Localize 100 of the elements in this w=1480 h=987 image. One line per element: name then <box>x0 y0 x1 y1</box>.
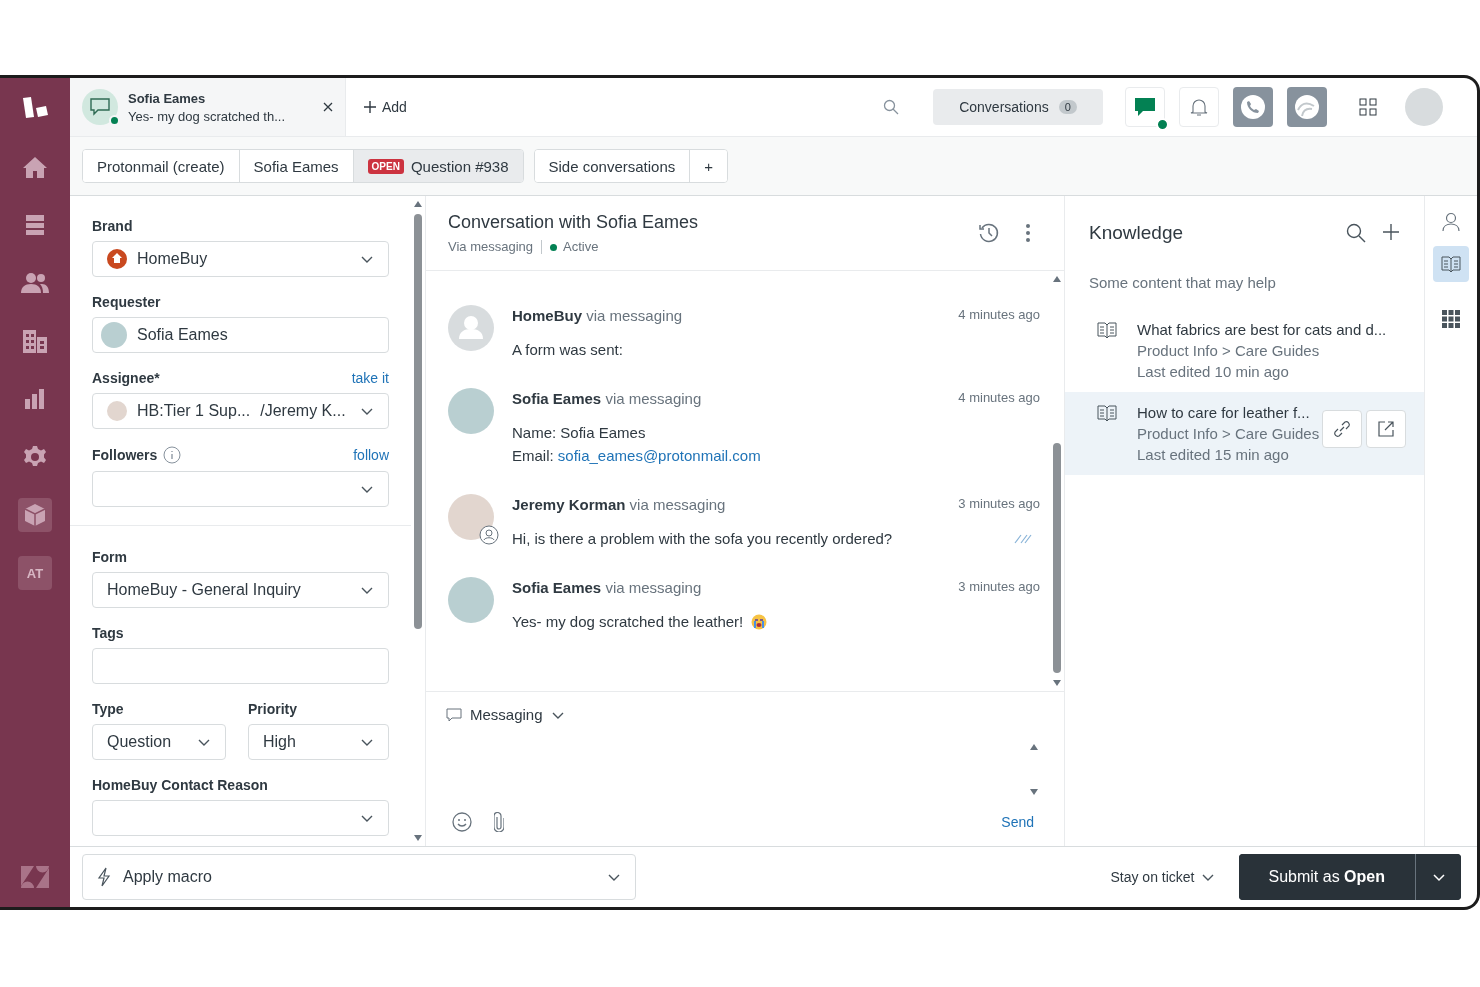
article-path: Product Info > Care Guides <box>1137 342 1321 359</box>
stay-on-ticket-select[interactable]: Stay on ticket <box>1104 868 1221 886</box>
email-link[interactable]: sofia_eames@protonmail.com <box>557 447 761 464</box>
globe-button[interactable] <box>1287 87 1327 127</box>
zendesk-logo-icon[interactable] <box>20 865 50 889</box>
bell-button[interactable] <box>1179 87 1219 127</box>
ticket-tab-preview: Yes- my dog scratched th... <box>128 108 287 124</box>
ticket-nav-tab[interactable]: Protonmail (create) <box>83 150 240 182</box>
history-icon[interactable] <box>978 222 1000 244</box>
external-link-icon <box>1377 420 1395 438</box>
cube-icon[interactable] <box>18 498 52 532</box>
copy-link-button[interactable] <box>1322 410 1362 448</box>
article-title: How to care for leather f... <box>1137 404 1311 421</box>
article-edited: Last edited 15 min ago <box>1137 446 1290 463</box>
conversations-button[interactable]: Conversations 0 <box>933 89 1103 125</box>
scrollbar-thumb[interactable] <box>414 214 422 629</box>
bell-icon <box>1189 97 1209 117</box>
apps-grid-icon[interactable] <box>1442 310 1460 328</box>
emoji-icon[interactable] <box>452 812 472 832</box>
avatar <box>107 401 127 421</box>
chat-bubble-icon <box>1134 97 1156 117</box>
assignee-select[interactable]: HB:Tier 1 Sup... /Jeremy K... <box>92 393 389 429</box>
article-path: Product Info > Care Guides <box>1137 425 1320 442</box>
avatar <box>448 494 494 540</box>
panel-subtitle: Some content that may help <box>1088 273 1277 293</box>
info-icon[interactable] <box>163 446 182 464</box>
chat-status-button[interactable] <box>1125 87 1165 127</box>
book-icon <box>1097 404 1117 422</box>
person-icon[interactable] <box>1442 212 1460 232</box>
requester-field[interactable]: Sofia Eames <box>92 317 389 353</box>
avatar <box>101 322 127 348</box>
message-time: 3 minutes ago <box>958 579 1040 596</box>
article-item[interactable]: How to care for leather f... Product Info > Care Guides Last edited 15 min ago <box>1065 392 1424 475</box>
attachment-icon[interactable] <box>494 812 504 832</box>
send-button[interactable]: Send <box>995 813 1040 831</box>
link-icon <box>1332 419 1352 439</box>
plus-icon[interactable] <box>1382 223 1400 241</box>
knowledge-button[interactable] <box>1433 246 1469 282</box>
article-item[interactable]: What fabrics are best for cats and d... Product Info > Care Guides Last edited 10 min ago <box>1065 309 1424 392</box>
building-icon[interactable] <box>22 328 48 354</box>
field-label: Brand <box>92 218 133 234</box>
home-icon[interactable] <box>22 155 48 179</box>
book-icon <box>1441 255 1461 273</box>
message-author: Sofia Eames via messaging <box>512 579 702 596</box>
scroll-down-icon[interactable] <box>1052 679 1062 687</box>
settings-icon[interactable] <box>23 445 47 469</box>
message-author: HomeBuy via messaging <box>512 307 683 324</box>
message-author: Sofia Eames via messaging <box>512 390 702 407</box>
submit-options-button[interactable] <box>1415 854 1461 900</box>
more-icon[interactable] <box>1026 224 1030 242</box>
take-it-link[interactable]: take it <box>351 370 389 386</box>
follow-link[interactable]: follow <box>353 447 389 463</box>
avatar-placeholder-icon <box>448 305 494 351</box>
priority-select[interactable]: High <box>248 724 389 760</box>
field-label: Followers <box>92 447 158 463</box>
side-conversations-button[interactable]: Side conversations <box>534 150 691 182</box>
type-select[interactable]: Question <box>92 724 226 760</box>
bar-chart-icon[interactable] <box>24 388 46 410</box>
apply-macro-select[interactable]: Apply macro <box>82 854 636 900</box>
tags-field[interactable] <box>92 648 389 684</box>
phone-button[interactable] <box>1233 87 1273 127</box>
scrollbar-thumb[interactable] <box>1053 443 1061 673</box>
status-label: Active <box>550 239 599 254</box>
logo-icon[interactable] <box>20 96 50 120</box>
scroll-down-icon[interactable] <box>1029 788 1039 796</box>
scroll-up-icon[interactable] <box>1029 743 1039 751</box>
count-badge: 0 <box>1058 100 1077 114</box>
add-button[interactable]: Add <box>358 98 413 116</box>
message-text: Hi, is there a problem with the sofa you recently ordered? <box>512 529 893 549</box>
field-label: Type <box>92 701 124 717</box>
book-icon <box>1097 321 1117 339</box>
ticket-tab[interactable]: Sofia Eames Yes- my dog scratched th... <box>70 78 346 136</box>
apps-grid-icon[interactable] <box>1359 98 1377 116</box>
stack-icon[interactable] <box>24 213 46 237</box>
avatar <box>448 388 494 434</box>
close-icon[interactable] <box>323 102 333 112</box>
phone-icon <box>1240 94 1266 120</box>
message-text: Email: sofia_eames@protonmail.com <box>512 446 761 466</box>
channel-select[interactable]: Messaging <box>446 706 1040 723</box>
status-badge: OPEN <box>367 158 404 174</box>
search-icon[interactable] <box>1346 223 1366 243</box>
article-edited: Last edited 10 min ago <box>1137 363 1290 380</box>
online-dot <box>1156 118 1169 131</box>
channel-label: Via messaging <box>448 239 534 254</box>
scroll-up-icon[interactable] <box>413 200 423 208</box>
scroll-down-icon[interactable] <box>413 834 423 842</box>
field-label: Requester <box>92 294 161 310</box>
message-time: 3 minutes ago <box>958 496 1040 513</box>
lightning-icon <box>97 867 111 887</box>
ticket-tab-name: Sofia Eames <box>128 90 207 106</box>
panel-title: Knowledge <box>1089 222 1184 244</box>
field-label: Tags <box>92 625 124 641</box>
scroll-up-icon[interactable] <box>1052 275 1062 283</box>
form-select[interactable]: HomeBuy - General Inquiry <box>92 572 389 608</box>
open-external-button[interactable] <box>1366 410 1406 448</box>
message-author: Jeremy Korman via messaging <box>512 496 726 513</box>
brand-select[interactable]: HomeBuy <box>92 241 389 277</box>
people-icon[interactable] <box>21 272 49 294</box>
ticket-nav-tab[interactable]: OPEN Question #938 <box>353 150 523 182</box>
message-text: Name: Sofia Eames <box>512 423 646 443</box>
